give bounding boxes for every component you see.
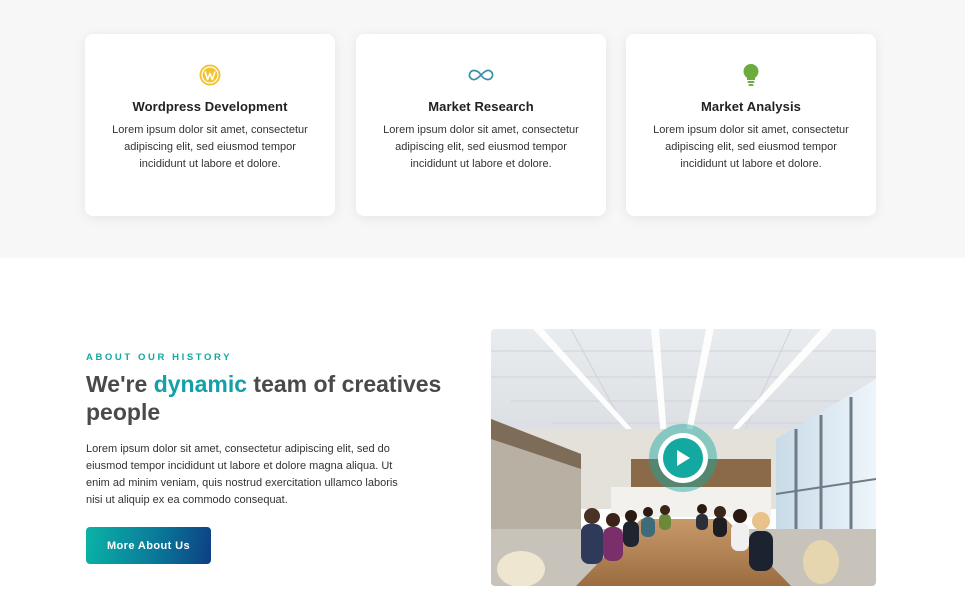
play-button[interactable] — [649, 424, 717, 492]
play-icon — [677, 450, 690, 466]
service-title: Market Research — [428, 99, 534, 114]
service-card-market-research: Market Research Lorem ipsum dolor sit am… — [356, 34, 606, 216]
service-description: Lorem ipsum dolor sit amet, consectetur … — [383, 124, 579, 170]
service-description: Lorem ipsum dolor sit amet, consectetur … — [653, 124, 849, 170]
more-about-us-button[interactable]: More About Us — [86, 527, 211, 564]
about-heading: We're dynamic team of creatives people — [86, 371, 442, 425]
lightbulb-icon — [626, 62, 876, 88]
about-heading-accent: dynamic — [153, 371, 248, 397]
wordpress-icon — [85, 62, 335, 88]
service-card-market-analysis: Market Analysis Lorem ipsum dolor sit am… — [626, 34, 876, 216]
video-thumbnail[interactable] — [491, 329, 876, 586]
infinity-cloud-icon — [356, 62, 606, 88]
service-title: Wordpress Development — [132, 99, 288, 114]
service-title: Market Analysis — [700, 99, 801, 114]
about-paragraph: Lorem ipsum dolor sit amet, consectetur … — [86, 443, 398, 506]
about-section-label: ABOUT OUR HISTORY — [86, 352, 233, 363]
service-description: Lorem ipsum dolor sit amet, consectetur … — [112, 124, 308, 170]
services-section: Wordpress Development Lorem ipsum dolor … — [0, 0, 965, 258]
service-card-wordpress: Wordpress Development Lorem ipsum dolor … — [85, 34, 335, 216]
